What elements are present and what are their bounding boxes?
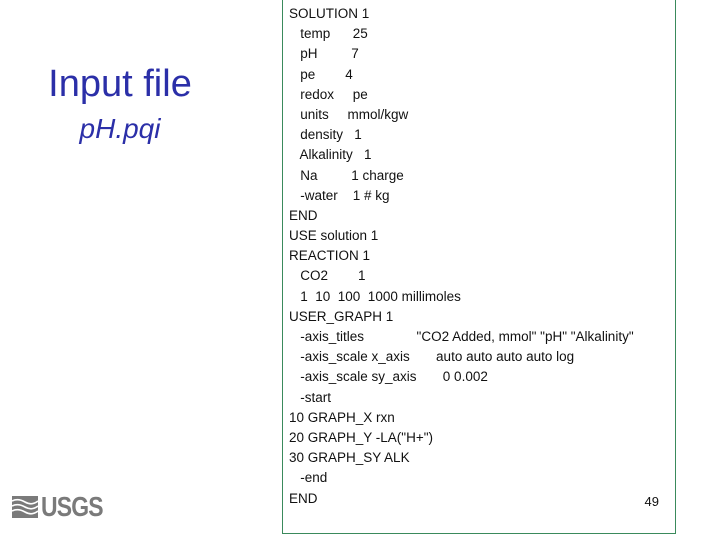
code-line: -end — [289, 470, 328, 486]
code-line: -axis_scale x_axis auto auto auto auto l… — [289, 349, 575, 365]
code-line: 20 GRAPH_Y -LA("H+") — [289, 429, 434, 445]
code-line: pH 7 — [289, 46, 359, 62]
code-lines: SOLUTION 1 temp 25 pH 7 pe 4 redox pe un… — [289, 4, 634, 509]
file-name: pH.pqi — [79, 113, 161, 144]
code-line: Alkalinity 1 — [289, 147, 372, 163]
code-line: REACTION 1 — [289, 248, 371, 264]
code-line: -axis_titles "CO2 Added, mmol" "pH" "Alk… — [289, 329, 634, 344]
usgs-wave-icon — [12, 496, 38, 518]
code-line: SOLUTION 1 — [289, 6, 370, 21]
code-line: redox pe — [289, 86, 368, 102]
usgs-logo-text: USGS — [41, 491, 104, 522]
code-line: CO2 1 — [289, 268, 366, 284]
code-line: temp 25 — [289, 26, 368, 42]
usgs-logo: USGS — [12, 491, 116, 522]
code-line: units mmol/kgw — [289, 106, 409, 122]
code-line: Na 1 charge — [289, 167, 404, 183]
code-line: 10 GRAPH_X rxn — [289, 409, 395, 425]
code-line: END — [289, 207, 318, 223]
input-file-code-box: SOLUTION 1 temp 25 pH 7 pe 4 redox pe un… — [282, 0, 676, 534]
code-line: 30 GRAPH_SY ALK — [289, 450, 410, 466]
code-line: -water 1 # kg — [289, 187, 390, 203]
code-line: USE solution 1 — [289, 228, 379, 244]
code-line: -axis_scale sy_axis 0 0.002 — [289, 369, 488, 385]
code-line: END — [289, 490, 318, 506]
code-line: density 1 — [289, 127, 362, 143]
page-number: 49 — [644, 494, 659, 509]
slide-title: Input file — [48, 63, 192, 105]
code-line: -start — [289, 389, 332, 405]
code-line: pe 4 — [289, 66, 353, 82]
code-line: 1 10 100 1000 millimoles — [289, 288, 461, 304]
code-line: USER_GRAPH 1 — [289, 308, 394, 324]
